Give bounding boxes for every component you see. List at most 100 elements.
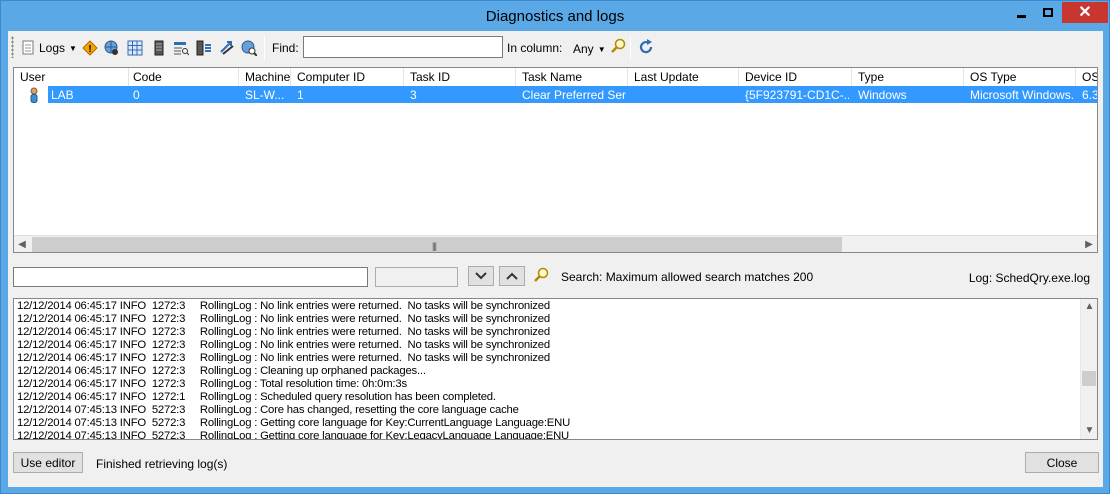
in-column-label: In column: <box>507 41 563 55</box>
cell-user: LAB <box>51 88 74 102</box>
server-button[interactable] <box>151 39 167 57</box>
horizontal-scrollbar[interactable]: ◀ ||| ▶ <box>14 235 1097 252</box>
title-bar[interactable]: Diagnostics and logs ✕ <box>1 1 1109 31</box>
use-editor-button[interactable]: Use editor <box>13 452 83 473</box>
search-list-button[interactable] <box>173 39 190 57</box>
cell-task-id: 3 <box>410 88 417 102</box>
log-line: 12/12/2014 06:45:17 INFO 1272:3 RollingL… <box>17 365 426 377</box>
log-line: 12/12/2014 06:45:17 INFO 1272:3 RollingL… <box>17 313 550 325</box>
refresh-button[interactable] <box>638 38 654 56</box>
column-header-user[interactable]: User <box>14 68 129 86</box>
status-text: Finished retrieving log(s) <box>96 457 228 471</box>
column-header-os-type[interactable]: OS Type <box>964 68 1076 86</box>
close-button[interactable]: Close <box>1025 452 1099 473</box>
log-viewer[interactable]: 12/12/2014 06:45:17 INFO 1272:3 RollingL… <box>13 298 1098 440</box>
log-lines: 12/12/2014 06:45:17 INFO 1272:3 RollingL… <box>17 300 1077 440</box>
search-icon[interactable] <box>533 267 549 283</box>
log-line: 12/12/2014 07:45:13 INFO 5272:3 RollingL… <box>17 404 519 416</box>
cell-last-update <box>634 88 738 103</box>
column-header-task-name[interactable]: Task Name <box>516 68 628 86</box>
find-button[interactable] <box>610 37 626 55</box>
grip-icon: ||| <box>432 241 437 251</box>
maximize-button[interactable] <box>1035 2 1061 23</box>
column-header-type[interactable]: Type <box>852 68 964 86</box>
column-header-code[interactable]: Code <box>127 68 239 86</box>
list-icon <box>196 40 212 56</box>
search-icon <box>610 38 626 54</box>
refresh-icon <box>638 39 654 55</box>
column-header-device-id[interactable]: Device ID <box>739 68 852 86</box>
list-button[interactable] <box>196 39 212 57</box>
log-line: 12/12/2014 06:45:17 INFO 1272:1 RollingL… <box>17 391 496 403</box>
results-grid[interactable]: User Code Machine Computer ID Task ID Ta… <box>13 67 1098 253</box>
maximize-icon <box>1043 8 1053 17</box>
scroll-right-arrow-icon[interactable]: ▶ <box>1081 237 1097 252</box>
table-row[interactable]: LAB 0 SL-W... 1 3 Clear Preferred Ser...… <box>14 86 1098 103</box>
log-line: 12/12/2014 07:45:13 INFO 5272:3 RollingL… <box>17 417 571 429</box>
user-icon <box>26 87 42 103</box>
logs-icon <box>20 40 36 56</box>
grid-header: User Code Machine Computer ID Task ID Ta… <box>14 68 1097 86</box>
logs-dropdown[interactable]: Logs ▼ <box>20 39 77 57</box>
toolbar-grip[interactable] <box>11 36 14 58</box>
log-line: 12/12/2014 07:45:13 INFO 5272:3 RollingL… <box>17 430 570 440</box>
vertical-scrollbar[interactable]: ▲ ▼ <box>1080 299 1097 439</box>
scroll-up-arrow-icon[interactable]: ▲ <box>1081 299 1097 315</box>
globe-search-button[interactable] <box>241 39 258 57</box>
column-header-task-id[interactable]: Task ID <box>404 68 516 86</box>
log-line: 12/12/2014 06:45:17 INFO 1272:3 RollingL… <box>17 339 550 351</box>
horizontal-scroll-thumb[interactable]: ||| <box>32 237 842 252</box>
cell-type: Windows <box>858 88 907 102</box>
log-file-name: Log: SchedQry.exe.log <box>968 271 1090 285</box>
log-line: 12/12/2014 06:45:17 INFO 1272:3 RollingL… <box>17 300 550 312</box>
cell-code: 0 <box>133 88 140 102</box>
warning-button[interactable]: ! <box>82 39 98 57</box>
cell-computer-id: 1 <box>297 88 304 102</box>
column-header-computer-id[interactable]: Computer ID <box>291 68 404 86</box>
search-next-button[interactable] <box>468 266 494 286</box>
log-line: 12/12/2014 06:45:17 INFO 1272:3 RollingL… <box>17 326 550 338</box>
close-window-button[interactable]: ✕ <box>1062 2 1108 23</box>
globe-button[interactable] <box>104 39 120 57</box>
grid-icon <box>127 40 143 56</box>
in-column-dropdown[interactable]: Any ▼ <box>573 40 606 58</box>
grid-button[interactable] <box>127 39 143 57</box>
logs-label: Logs <box>39 41 66 55</box>
chevron-down-icon <box>475 269 487 283</box>
server-icon <box>151 40 167 56</box>
column-header-last-update[interactable]: Last Update <box>628 68 739 86</box>
warning-icon: ! <box>82 40 98 56</box>
search-match-count <box>375 267 458 287</box>
main-window: Diagnostics and logs ✕ Logs ▼ ! Find: In… <box>0 0 1110 494</box>
arrows-icon <box>219 40 235 56</box>
cell-os: 6.3 <box>1082 88 1098 102</box>
log-line: 12/12/2014 06:45:17 INFO 1272:3 RollingL… <box>17 352 550 364</box>
column-header-machine[interactable]: Machine <box>239 68 291 86</box>
cell-machine: SL-W... <box>245 88 285 102</box>
chevron-up-icon <box>506 269 518 283</box>
find-label: Find: <box>272 41 299 55</box>
in-column-value: Any <box>573 42 594 56</box>
vertical-scroll-thumb[interactable] <box>1082 371 1096 386</box>
search-list-icon <box>173 40 190 56</box>
minimize-button[interactable] <box>1008 2 1034 23</box>
search-previous-button[interactable] <box>499 266 525 286</box>
toolbar-separator <box>630 36 631 60</box>
window-title: Diagnostics and logs <box>485 8 625 25</box>
svg-text:!: ! <box>88 44 91 55</box>
column-header-os[interactable]: OS <box>1076 68 1097 86</box>
arrows-button[interactable] <box>219 39 235 57</box>
log-search-input[interactable] <box>13 267 368 287</box>
close-icon: ✕ <box>1078 3 1092 21</box>
minimize-icon <box>1016 15 1026 18</box>
client-area: Logs ▼ ! Find: In column: Any ▼ User Cod… <box>8 31 1103 487</box>
chevron-down-icon: ▼ <box>69 43 77 53</box>
scroll-left-arrow-icon[interactable]: ◀ <box>14 237 30 252</box>
scroll-down-arrow-icon[interactable]: ▼ <box>1081 423 1097 439</box>
globe-search-icon <box>241 40 258 57</box>
search-status-text: Search: Maximum allowed search matches 2… <box>561 270 814 284</box>
toolbar-separator <box>264 36 265 60</box>
find-input[interactable] <box>303 36 503 58</box>
chevron-down-icon: ▼ <box>597 44 606 54</box>
cell-device-id: {5F923791-CD1C-... <box>745 88 849 102</box>
